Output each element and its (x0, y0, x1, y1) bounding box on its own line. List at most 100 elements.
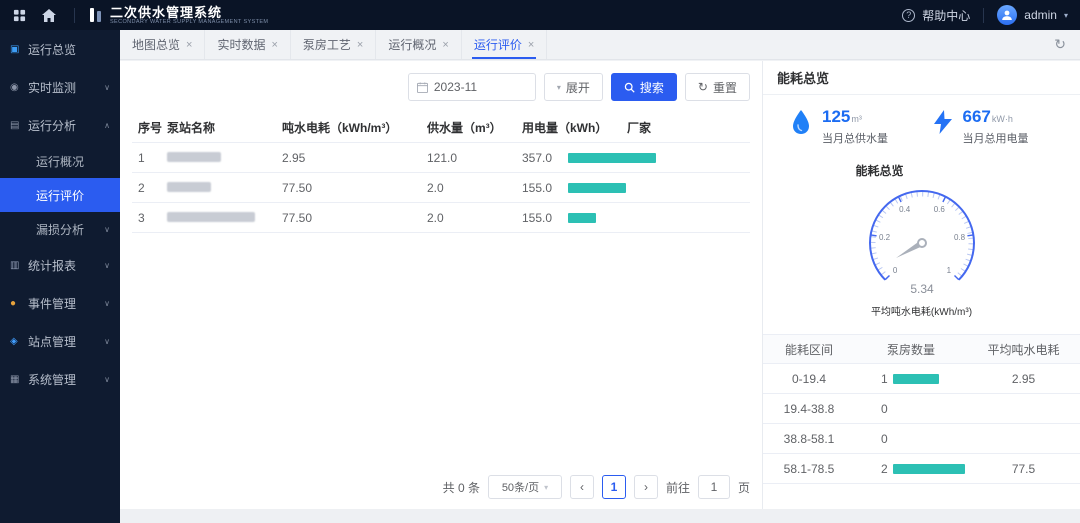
content: ▾ 展开 搜索 ↻ 重置 序号 泵站名称 (120, 61, 1080, 509)
analysis-icon: ▤ (10, 119, 20, 131)
chevron-down-icon: ▾ (544, 482, 549, 492)
water-supply-stat: 125m³ 当月总供水量 (789, 107, 932, 146)
app-subtitle: SECONDARY WATER SUPPLY MANAGEMENT SYSTEM (110, 18, 269, 25)
panel-title: 能耗总览 (763, 61, 1080, 95)
page-word-label: 页 (737, 480, 750, 495)
apps-grid-icon[interactable] (8, 4, 30, 26)
sidebar-item-run-analysis[interactable]: ▤ 运行分析 ∧ (0, 106, 120, 144)
gauge-value: 5.34 (910, 282, 934, 296)
chevron-down-icon: ∨ (104, 298, 110, 308)
chevron-down-icon: ∨ (104, 260, 110, 270)
close-icon[interactable]: × (271, 39, 277, 51)
table-row[interactable]: 2 77.50 2.0 155.0 (132, 173, 750, 203)
chevron-down-icon[interactable]: ▾ (1064, 11, 1068, 20)
reset-button[interactable]: ↻ 重置 (684, 73, 750, 101)
calendar-icon (416, 81, 428, 93)
month-picker[interactable] (407, 73, 536, 101)
redacted-station-name (167, 211, 255, 222)
sidebar-item-system[interactable]: ▦ 系统管理 ∨ (0, 360, 120, 398)
tab-map-overview[interactable]: 地图总览 × (120, 30, 206, 59)
table-row[interactable]: 3 77.50 2.0 155.0 (132, 203, 750, 233)
topbar-divider (74, 7, 75, 23)
help-center-link[interactable]: 帮助中心 (922, 7, 970, 24)
sidebar-item-leakage-analysis[interactable]: 漏损分析 ∨ (0, 212, 120, 246)
page-number-button[interactable]: 1 (601, 475, 626, 499)
table-row[interactable]: 1 2.95 121.0 357.0 (132, 143, 750, 173)
table-row[interactable]: 38.8-58.1 0 (763, 424, 1080, 454)
chevron-down-icon: ▾ (556, 82, 561, 92)
home-icon[interactable] (38, 4, 60, 26)
gauge-chart-title: 能耗总览 (855, 164, 904, 178)
svg-text:0.8: 0.8 (953, 233, 965, 242)
bottom-strip (120, 509, 1080, 523)
sidebar-item-realtime-monitor[interactable]: ◉ 实时监测 ∨ (0, 68, 120, 106)
energy-overview-panel: 能耗总览 125m³ 当月总供水量 667kW·h 当月总用电量 能耗总览 0 … (762, 61, 1080, 509)
next-page-button[interactable]: › (633, 475, 658, 499)
gauge-svg: 0 0.2 0.4 0.6 0.8 1 5.34 (868, 190, 975, 296)
prev-page-button[interactable]: ‹ (569, 475, 594, 499)
dashboard-icon: ▣ (10, 43, 20, 55)
page-size-select[interactable]: 50条/页 ▾ (487, 475, 562, 499)
energy-range-table: 能耗区间 泵房数量 平均吨水电耗 0-19.4 1 2.95 19.4-38.8… (763, 334, 1080, 484)
pagination: 共 0 条 50条/页 ▾ ‹ 1 › 前往 页 (443, 475, 750, 499)
refresh-icon[interactable]: ↻ (1040, 30, 1080, 59)
username-label[interactable]: admin (1024, 8, 1057, 22)
close-icon[interactable]: × (528, 39, 534, 51)
table-header-row: 序号 泵站名称 吨水电耗（kWh/m³） 供水量（m³） 用电量（kWh） 厂家 (132, 113, 750, 143)
table-row[interactable]: 19.4-38.8 0 (763, 394, 1080, 424)
app-root: 二次供水管理系统 SECONDARY WATER SUPPLY MANAGEME… (0, 0, 1080, 523)
help-icon: ? (902, 8, 916, 22)
expand-button[interactable]: ▾ 展开 (543, 73, 603, 101)
logo-mark-icon (90, 8, 101, 22)
table-row[interactable]: 0-19.4 1 2.95 (763, 364, 1080, 394)
sidebar-item-report[interactable]: ▥ 统计报表 ∨ (0, 246, 120, 284)
table-header-row: 能耗区间 泵房数量 平均吨水电耗 (763, 334, 1080, 364)
count-bar (892, 373, 939, 384)
sidebar-item-run-evaluation[interactable]: 运行评价 (0, 178, 120, 212)
tab-pump-process[interactable]: 泵房工艺 × (291, 30, 377, 59)
close-icon[interactable]: × (357, 39, 363, 51)
main-area: 地图总览 × 实时数据 × 泵房工艺 × 运行概况 × 运行评价 × ↻ 202… (120, 30, 1080, 523)
close-icon[interactable]: × (442, 39, 448, 51)
tab-realtime-data[interactable]: 实时数据 × (205, 30, 291, 59)
event-icon: ● (10, 297, 17, 309)
user-avatar[interactable] (997, 5, 1018, 25)
site-icon: ◈ (10, 335, 18, 347)
svg-text:0.2: 0.2 (878, 233, 890, 242)
pagination-total: 共 0 条 (442, 480, 480, 495)
monitor-icon: ◉ (10, 81, 19, 93)
pump-station-table: 序号 泵站名称 吨水电耗（kWh/m³） 供水量（m³） 用电量（kWh） 厂家… (132, 113, 750, 233)
tab-run-profile[interactable]: 运行概况 × (376, 30, 462, 59)
sidebar: ▣ 运行总览 ◉ 实时监测 ∨ ▤ 运行分析 ∧ 运行概况 运行评价 漏损分析 … (0, 30, 120, 523)
power-bar (568, 152, 656, 163)
lightning-bolt-icon (933, 110, 952, 134)
app-title: 二次供水管理系统 (110, 4, 223, 20)
sidebar-item-run-overview[interactable]: ▣ 运行总览 (0, 30, 120, 68)
sidebar-item-events[interactable]: ● 事件管理 ∨ (0, 284, 120, 322)
sidebar-item-sites[interactable]: ◈ 站点管理 ∨ (0, 322, 120, 360)
goto-page-input[interactable] (697, 475, 730, 499)
chevron-down-icon: ∨ (104, 82, 110, 92)
gauge-label: 平均吨水电耗(kWh/m³) (870, 307, 973, 318)
svg-text:0.4: 0.4 (899, 205, 911, 214)
topbar: 二次供水管理系统 SECONDARY WATER SUPPLY MANAGEME… (0, 0, 1080, 30)
month-picker-input[interactable] (433, 80, 514, 94)
close-icon[interactable]: × (186, 39, 192, 51)
power-usage-stat: 667kW·h 当月总用电量 (932, 107, 1075, 146)
person-icon (1002, 10, 1013, 20)
power-bar (568, 182, 626, 193)
water-drop-icon (793, 110, 809, 134)
system-icon: ▦ (10, 373, 20, 385)
tab-bar: 地图总览 × 实时数据 × 泵房工艺 × 运行概况 × 运行评价 × ↻ (120, 30, 1080, 60)
sidebar-item-run-profile[interactable]: 运行概况 (0, 144, 120, 178)
table-row[interactable]: 58.1-78.5 2 77.5 (763, 454, 1080, 484)
chevron-down-icon: ∨ (104, 336, 110, 346)
power-bar (568, 212, 596, 223)
tab-run-evaluation[interactable]: 运行评价 × (462, 30, 548, 59)
search-icon (624, 82, 635, 93)
gauge-chart: 0 0.2 0.4 0.6 0.8 1 5.34 平均吨水电耗(kWh/m³) (763, 179, 1080, 318)
chevron-down-icon: ∨ (104, 224, 110, 234)
search-button[interactable]: 搜索 (610, 73, 677, 101)
gauge-needle (895, 238, 927, 258)
svg-text:0: 0 (892, 266, 897, 275)
